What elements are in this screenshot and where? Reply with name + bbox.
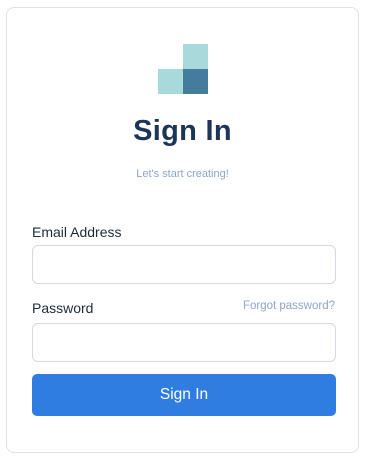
forgot-password-link[interactable]: Forgot password? xyxy=(243,300,335,312)
password-label: Password xyxy=(32,300,94,316)
app-logo-icon xyxy=(158,44,208,94)
email-field[interactable] xyxy=(32,245,336,284)
page-subtitle: Let's start creating! xyxy=(136,168,229,180)
sign-in-button[interactable]: Sign In xyxy=(32,374,336,416)
page-title: Sign In xyxy=(133,115,232,147)
password-field[interactable] xyxy=(32,323,336,362)
logo-square-bottom-right xyxy=(183,69,208,94)
signin-card: Sign In Let's start creating! Email Addr… xyxy=(6,7,359,453)
email-label: Email Address xyxy=(32,224,122,240)
logo-square-bottom-left xyxy=(158,69,183,94)
logo-square-top-right xyxy=(183,44,208,69)
